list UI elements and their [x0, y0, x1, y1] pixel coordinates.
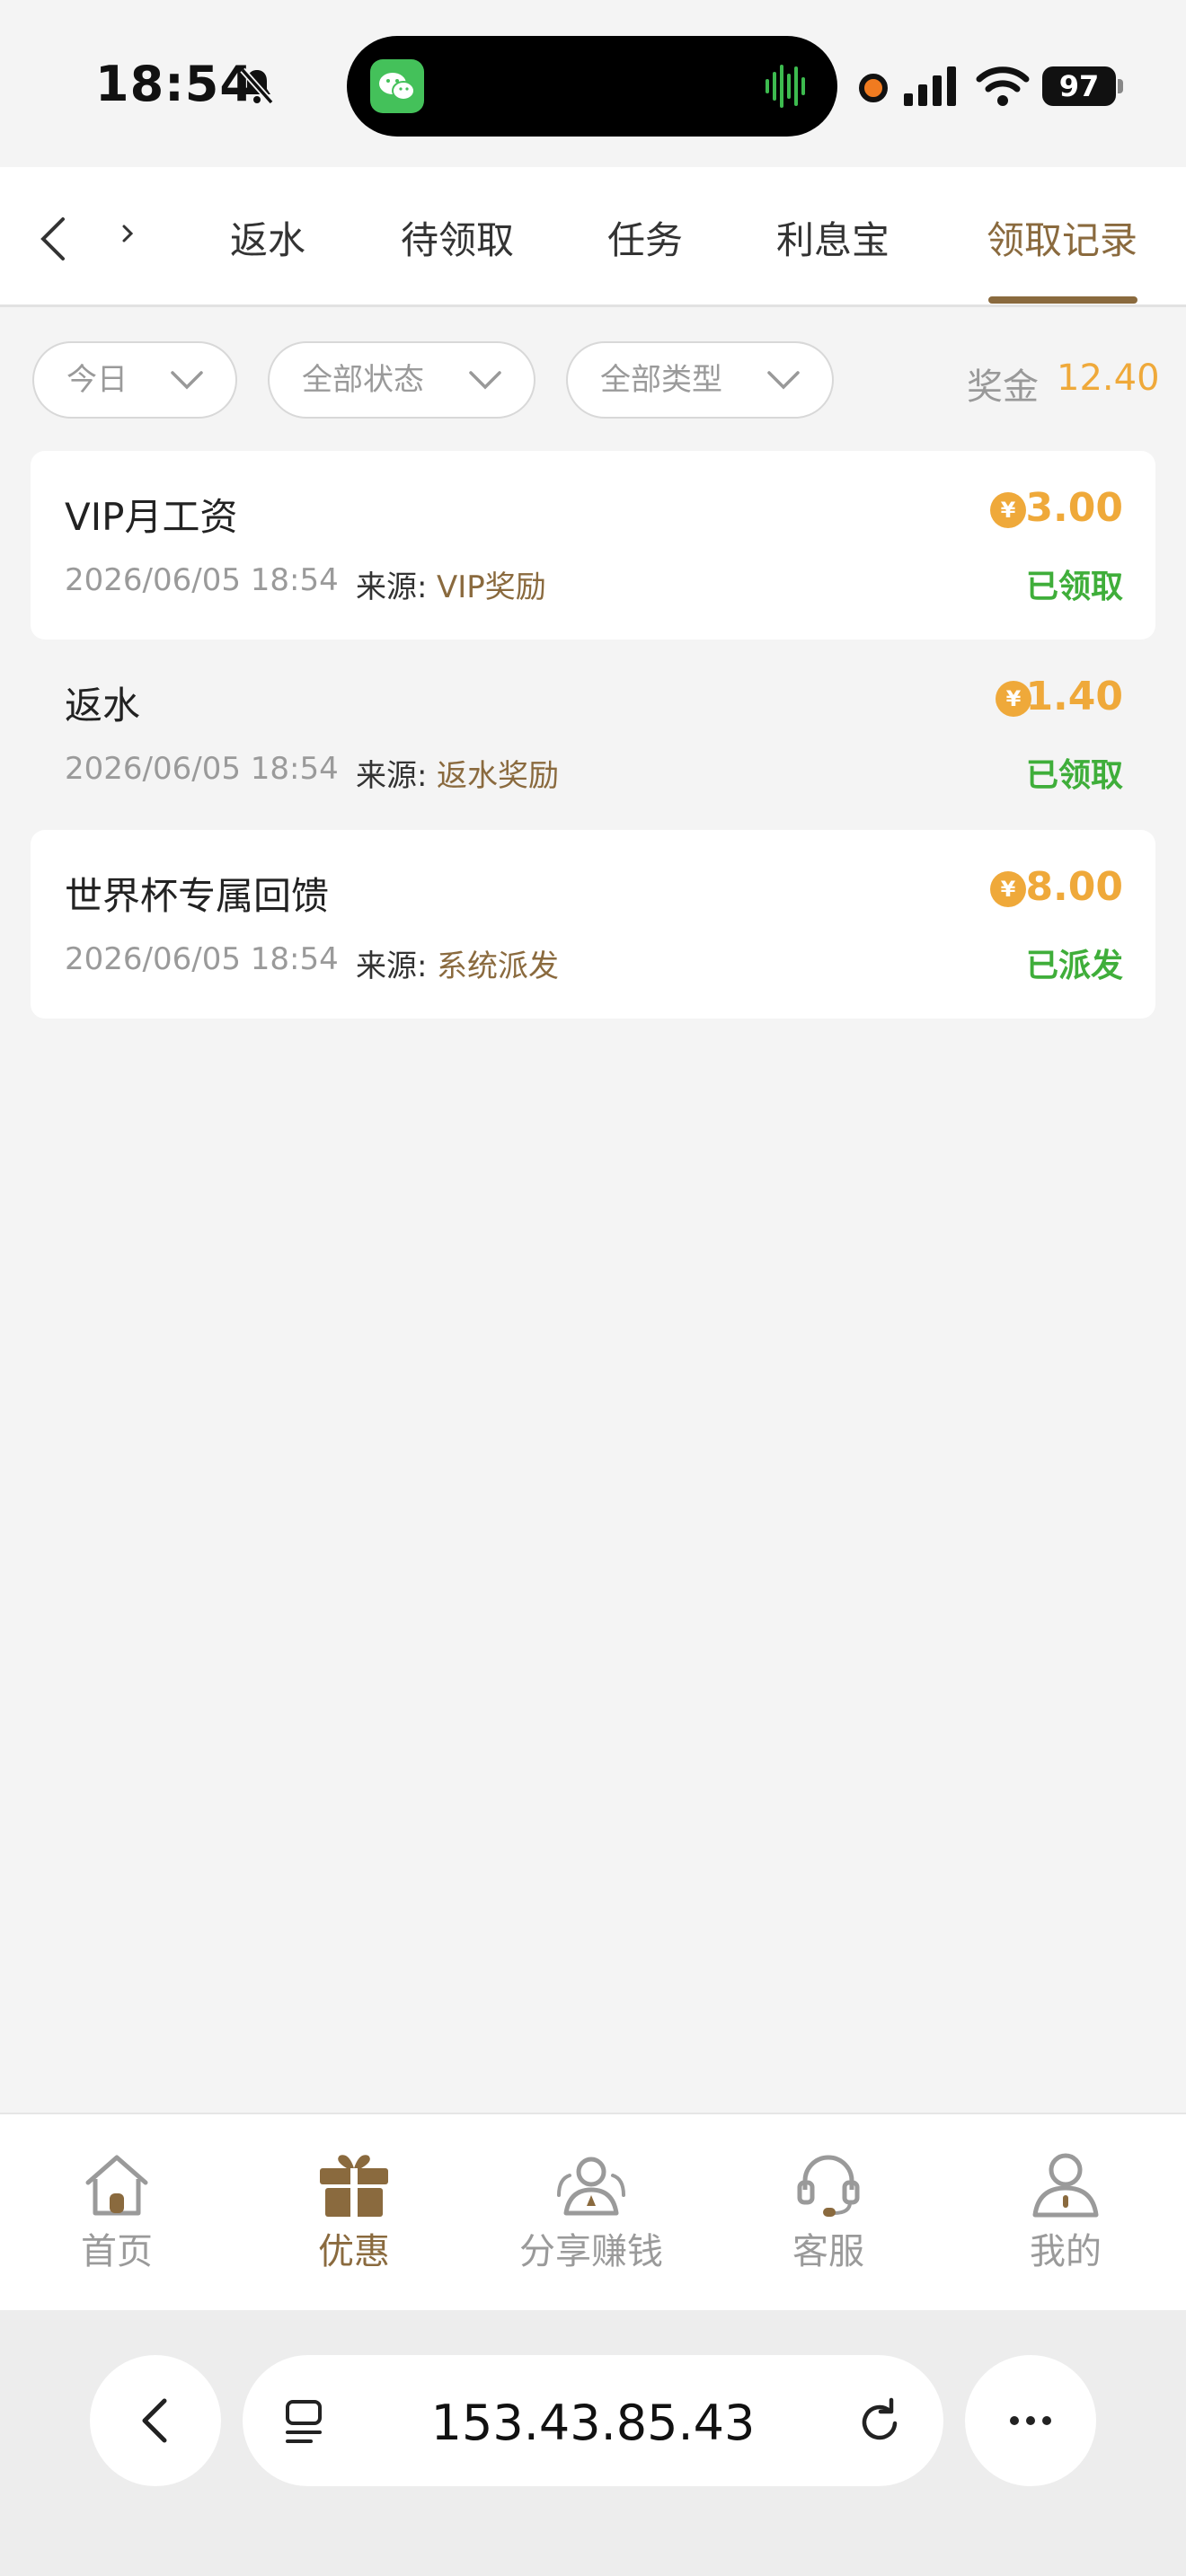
type-filter-dropdown[interactable]: 全部类型 — [566, 341, 834, 419]
record-source-label: 来源: — [356, 758, 428, 794]
nav-label: 优惠 — [318, 2231, 390, 2272]
tab-claim-records[interactable]: 领取记录 — [987, 210, 1137, 265]
record-source: VIP奖励 — [437, 569, 546, 605]
gift-icon — [320, 2155, 388, 2217]
status-time: 18:54 — [95, 56, 254, 112]
record-source: 返水奖励 — [437, 758, 559, 794]
record-row: VIP月工资 2026/06/05 18:54 来源: VIP奖励 ¥ 3.00… — [31, 451, 1155, 640]
bonus-value: 12.40 — [1057, 357, 1160, 399]
nav-share-earn[interactable]: 分享赚钱 — [501, 2150, 681, 2274]
record-status: 已派发 — [1025, 948, 1123, 984]
tabs-header: 返水 待领取 任务 利息宝 领取记录 — [0, 167, 1186, 307]
bonus-label: 奖金 — [967, 366, 1039, 408]
record-status: 已领取 — [1025, 757, 1123, 794]
tab-pending[interactable]: 待领取 — [401, 210, 514, 265]
nav-customer-service[interactable]: 客服 — [739, 2150, 918, 2274]
record-amount: 8.00 — [1025, 864, 1123, 910]
record-amount: 3.00 — [1025, 485, 1123, 531]
record-source-label: 来源: — [356, 948, 428, 984]
bell-slash-icon — [240, 67, 274, 105]
active-tab-indicator — [988, 296, 1137, 304]
chevron-down-icon — [469, 371, 501, 390]
tab-tasks[interactable]: 任务 — [607, 210, 683, 265]
record-date: 2026/06/05 18:54 — [65, 941, 339, 977]
more-dots-icon — [1010, 2416, 1051, 2425]
record-title: 返水 — [65, 684, 141, 728]
address-bar[interactable]: 153.43.85.43 — [243, 2355, 943, 2486]
share-people-icon — [557, 2157, 625, 2216]
record-title: VIP月工资 — [65, 495, 238, 539]
wechat-icon — [370, 59, 424, 113]
user-icon — [1032, 2153, 1099, 2218]
status-bar: 18:54 97 — [0, 0, 1186, 167]
browser-more-button[interactable] — [965, 2355, 1096, 2486]
record-status: 已领取 — [1025, 569, 1123, 605]
status-filter-dropdown[interactable]: 全部状态 — [268, 341, 535, 419]
recording-dot-icon — [859, 74, 888, 102]
coin-icon: ¥ — [990, 871, 1026, 907]
nav-label: 客服 — [792, 2231, 864, 2272]
record-title: 世界杯专属回馈 — [65, 874, 330, 918]
url-text: 153.43.85.43 — [430, 2395, 756, 2451]
date-filter-label: 今日 — [66, 362, 128, 398]
record-amount: 1.40 — [1025, 674, 1123, 719]
battery-icon: 97 — [1042, 66, 1116, 106]
chevron-left-icon — [142, 2398, 167, 2443]
headset-icon — [797, 2155, 860, 2217]
battery-tip — [1118, 79, 1123, 93]
bottom-nav: 首页 优惠 分享赚钱 客服 我的 — [0, 2113, 1186, 2310]
back-chevron-icon[interactable] — [34, 214, 70, 264]
date-filter-dropdown[interactable]: 今日 — [32, 341, 237, 419]
home-icon — [85, 2155, 148, 2216]
record-row: 世界杯专属回馈 2026/06/05 18:54 来源: 系统派发 ¥ 8.00… — [31, 830, 1155, 1019]
nav-profile[interactable]: 我的 — [976, 2150, 1155, 2274]
type-filter-label: 全部类型 — [600, 362, 722, 398]
browser-toolbar: 153.43.85.43 — [0, 2310, 1186, 2576]
small-chevron-icon[interactable] — [117, 221, 138, 248]
nav-promotions[interactable]: 优惠 — [264, 2150, 444, 2274]
signal-icon — [904, 66, 956, 106]
tab-fanshui[interactable]: 返水 — [230, 210, 305, 265]
status-filter-label: 全部状态 — [302, 362, 424, 398]
chevron-down-icon — [171, 371, 203, 390]
coin-icon: ¥ — [990, 492, 1026, 528]
nav-home[interactable]: 首页 — [27, 2150, 207, 2274]
chevron-down-icon — [767, 371, 800, 390]
wifi-icon — [976, 66, 1030, 106]
record-source-label: 来源: — [356, 569, 428, 605]
record-date: 2026/06/05 18:54 — [65, 562, 339, 598]
reload-icon[interactable] — [855, 2396, 906, 2447]
record-source: 系统派发 — [437, 948, 559, 984]
voice-wave-icon — [766, 65, 805, 108]
nav-label: 首页 — [81, 2231, 153, 2272]
tab-interest[interactable]: 利息宝 — [776, 210, 890, 265]
nav-label: 我的 — [1030, 2231, 1102, 2272]
record-row: 返水 2026/06/05 18:54 来源: 返水奖励 ¥ 1.40 已领取 — [31, 640, 1155, 828]
nav-label: 分享赚钱 — [519, 2231, 663, 2272]
browser-back-button[interactable] — [90, 2355, 221, 2486]
record-date: 2026/06/05 18:54 — [65, 751, 339, 787]
